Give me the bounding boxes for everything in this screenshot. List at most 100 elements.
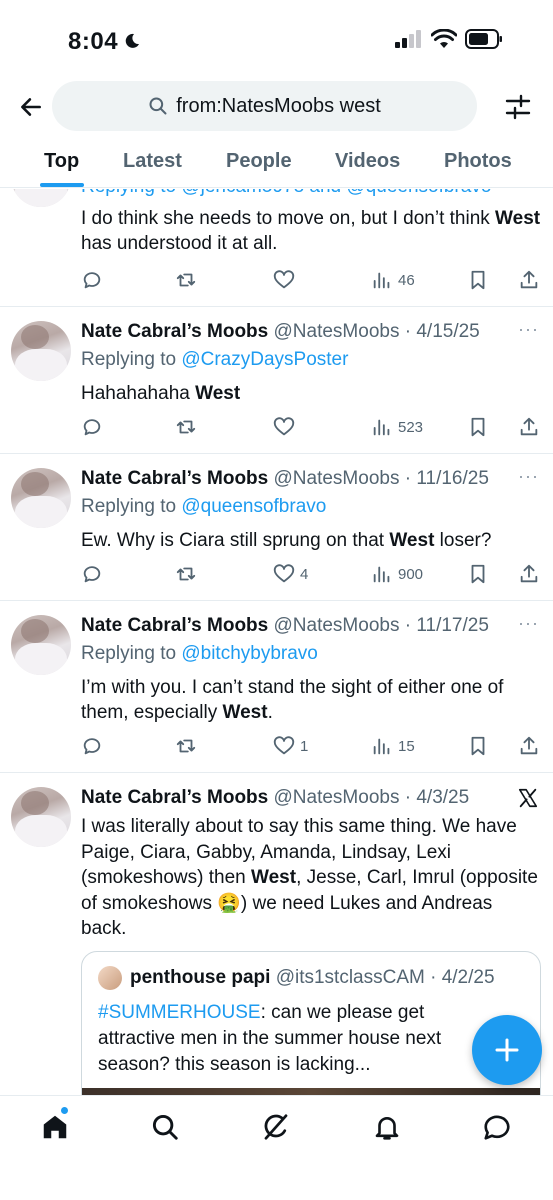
quoted-handle-and-date: @its1stclassCAM · 4/2/25: [275, 967, 495, 988]
retweet-button[interactable]: [175, 562, 197, 586]
bottom-navigation: [0, 1095, 553, 1200]
arrow-left-icon: [21, 98, 41, 116]
avatar[interactable]: [11, 787, 71, 847]
quoted-avatar[interactable]: [98, 966, 122, 990]
share-button[interactable]: [518, 268, 540, 292]
search-input[interactable]: from:NatesMoobs west: [52, 81, 477, 131]
mention-link[interactable]: @CrazyDaysPoster: [181, 349, 348, 370]
bookmark-icon: [471, 736, 485, 756]
tweet[interactable]: Replying to @jencam5978 and @queensofbra…: [0, 189, 553, 307]
replying-to: Replying to @bitchybybravo: [81, 643, 318, 664]
reply-icon: [83, 566, 101, 583]
display-name[interactable]: Nate Cabral’s Moobs: [81, 321, 268, 342]
reply-button[interactable]: [81, 562, 103, 586]
bookmark-button[interactable]: [467, 562, 489, 586]
heart-icon: [273, 564, 295, 583]
display-name[interactable]: Nate Cabral’s Moobs: [81, 615, 268, 636]
more-options-icon[interactable]: ···: [518, 319, 539, 340]
avatar[interactable]: [11, 189, 71, 207]
search-tabs: Top Latest People Videos Photos: [0, 140, 553, 188]
share-icon: [520, 417, 538, 436]
wifi-icon: [431, 29, 457, 48]
search-header: from:NatesMoobs west: [0, 80, 553, 134]
display-name[interactable]: Nate Cabral’s Moobs: [81, 468, 268, 489]
like-button[interactable]: 4: [273, 562, 308, 586]
nav-search[interactable]: [148, 1110, 182, 1144]
views-count[interactable]: 900: [371, 562, 423, 586]
reply-icon: [83, 419, 101, 436]
avatar[interactable]: [11, 321, 71, 381]
tweet-header: Nate Cabral’s Moobs @NatesMoobs · 11/17/…: [81, 615, 489, 637]
likes-value: 4: [300, 565, 309, 583]
views-value: 15: [398, 737, 415, 755]
quoted-media[interactable]: [82, 1088, 540, 1095]
share-icon: [520, 736, 538, 755]
retweet-button[interactable]: [175, 734, 197, 758]
retweet-button[interactable]: [175, 415, 197, 439]
views-count[interactable]: 46: [371, 268, 415, 292]
quoted-header: penthouse papi @its1stclassCAM · 4/2/25: [130, 967, 495, 989]
reply-button[interactable]: [81, 734, 103, 758]
tab-latest[interactable]: Latest: [123, 150, 182, 173]
replying-to: Replying to @queensofbravo: [81, 496, 327, 517]
hashtag-link[interactable]: #SUMMERHOUSE: [98, 1002, 261, 1023]
quoted-text: #SUMMERHOUSE: can we please get attracti…: [98, 1002, 442, 1075]
bell-icon: [375, 1117, 399, 1140]
tweet-actions: 523: [81, 415, 543, 439]
share-icon: [520, 270, 538, 289]
nav-messages[interactable]: [480, 1110, 514, 1144]
handle-and-date: @NatesMoobs · 11/16/25: [273, 468, 489, 489]
bookmark-button[interactable]: [467, 415, 489, 439]
tab-photos[interactable]: Photos: [444, 150, 512, 173]
avatar[interactable]: [11, 468, 71, 528]
bookmark-button[interactable]: [467, 734, 489, 758]
filter-button[interactable]: [501, 90, 535, 124]
nav-grok[interactable]: [259, 1110, 293, 1144]
sliders-icon: [505, 94, 531, 120]
bookmark-icon: [471, 564, 485, 584]
like-button[interactable]: [273, 268, 295, 292]
share-button[interactable]: [518, 415, 540, 439]
like-button[interactable]: 1: [273, 734, 308, 758]
share-button[interactable]: [518, 734, 540, 758]
tweet[interactable]: Nate Cabral’s Moobs @NatesMoobs · 11/17/…: [0, 601, 553, 773]
compose-button[interactable]: [472, 1015, 542, 1085]
reply-button[interactable]: [81, 415, 103, 439]
more-options-icon[interactable]: ···: [518, 613, 539, 634]
bookmark-button[interactable]: [467, 268, 489, 292]
views-icon: [373, 566, 390, 583]
tweet[interactable]: Nate Cabral’s Moobs @NatesMoobs · 11/16/…: [0, 454, 553, 601]
mention-link[interactable]: @bitchybybravo: [181, 643, 318, 664]
views-count[interactable]: 523: [371, 415, 423, 439]
tab-top[interactable]: Top: [44, 150, 79, 173]
search-results-feed: Replying to @jencam5978 and @queensofbra…: [0, 189, 553, 1095]
tab-videos[interactable]: Videos: [335, 150, 400, 173]
avatar[interactable]: [11, 615, 71, 675]
retweet-icon: [176, 739, 196, 753]
nav-home[interactable]: [38, 1110, 72, 1144]
views-icon: [373, 272, 390, 289]
tweet[interactable]: Nate Cabral’s Moobs @NatesMoobs · 4/3/25…: [0, 773, 553, 1095]
tab-people[interactable]: People: [226, 150, 292, 173]
retweet-icon: [176, 420, 196, 434]
share-button[interactable]: [518, 562, 540, 586]
retweet-button[interactable]: [175, 268, 197, 292]
heart-icon: [273, 417, 295, 436]
display-name[interactable]: Nate Cabral’s Moobs: [81, 787, 268, 808]
tweet-text: Hahahahaha West: [81, 383, 241, 404]
tweet-text: I do think she needs to move on, but I d…: [81, 208, 541, 254]
like-button[interactable]: [273, 415, 295, 439]
likes-value: 1: [300, 737, 309, 755]
back-button[interactable]: [14, 90, 48, 124]
reply-button[interactable]: [81, 268, 103, 292]
views-icon: [373, 419, 390, 436]
nav-notifications[interactable]: [370, 1110, 404, 1144]
quoted-display-name: penthouse papi: [130, 967, 271, 988]
more-options-icon[interactable]: ···: [518, 466, 539, 487]
tweet-actions: 4 900: [81, 562, 543, 586]
quoted-tweet[interactable]: penthouse papi @its1stclassCAM · 4/2/25 …: [81, 951, 541, 1095]
views-count[interactable]: 15: [371, 734, 415, 758]
handle-and-date: @NatesMoobs · 4/3/25: [273, 787, 470, 808]
mention-link[interactable]: @queensofbravo: [181, 496, 326, 517]
tweet[interactable]: Nate Cabral’s Moobs @NatesMoobs · 4/15/2…: [0, 307, 553, 454]
